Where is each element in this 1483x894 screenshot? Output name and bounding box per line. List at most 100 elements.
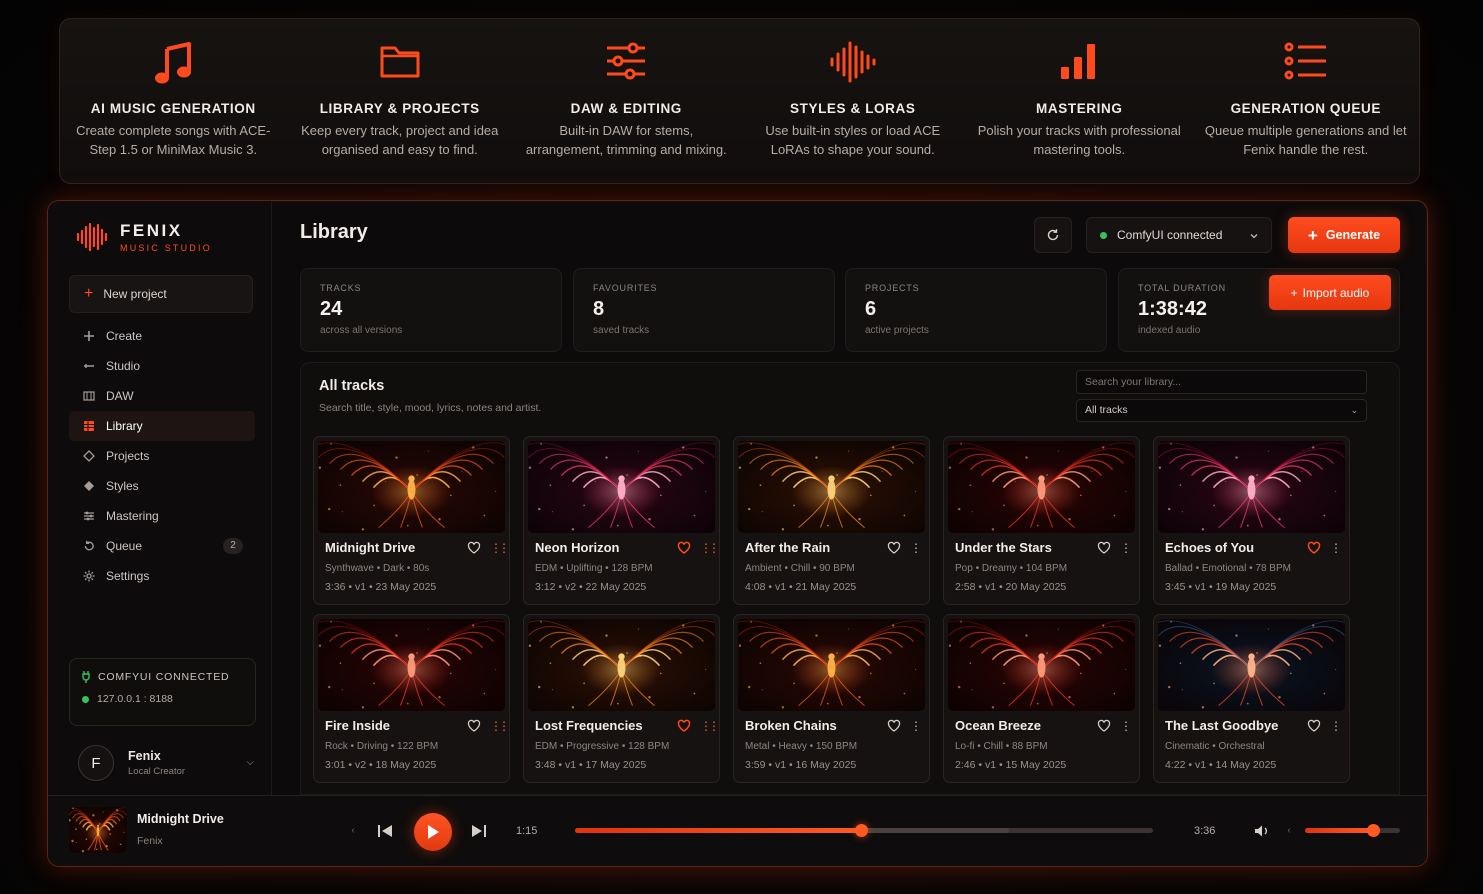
more-options-icon[interactable]: ⋮⋮ <box>490 541 509 555</box>
stat-value: 8 <box>593 298 605 320</box>
sidebar-item-daw[interactable]: DAW <box>69 381 255 411</box>
plus-icon: + <box>84 285 94 302</box>
heart-icon[interactable] <box>1307 719 1321 733</box>
sidebar-item-styles[interactable]: Styles <box>69 471 255 501</box>
sidebar-item-label: Mastering <box>106 509 159 523</box>
sidebar-item-library[interactable]: Library <box>69 411 255 441</box>
sliders-icon <box>521 41 731 101</box>
heart-icon[interactable] <box>887 719 901 733</box>
sidebar-item-studio[interactable]: Studio <box>69 351 255 381</box>
heart-icon[interactable] <box>467 541 481 555</box>
feature-card: DAW & EDITING Built-in DAW for stems, arr… <box>521 41 731 159</box>
heart-filled-icon[interactable] <box>677 541 691 555</box>
mastering-icon <box>82 509 96 523</box>
volume-icon <box>1254 825 1267 837</box>
seek-bar[interactable] <box>575 824 1153 837</box>
waveform-icon <box>748 41 958 101</box>
user-menu[interactable]: F Fenix Local Creator ⌵ <box>78 741 254 785</box>
new-project-label: New project <box>103 287 167 301</box>
more-options-icon[interactable]: ⋮ <box>1330 541 1342 555</box>
more-options-icon[interactable]: ⋮ <box>1120 719 1132 733</box>
more-options-icon[interactable]: ⋮ <box>910 541 922 555</box>
sidebar-item-label: Styles <box>106 479 139 493</box>
track-artwork <box>528 441 715 533</box>
track-title: Broken Chains <box>745 718 837 733</box>
sidebar-item-settings[interactable]: Settings <box>69 561 255 591</box>
play-button[interactable] <box>414 813 452 851</box>
track-card[interactable]: Ocean Breeze ⋮ Lo-fi • Chill • 88 BPM 2:46 … <box>943 614 1140 783</box>
feature-description: Polish your tracks with professional mas… <box>977 123 1181 157</box>
heart-icon[interactable] <box>467 719 481 733</box>
new-project-button[interactable]: + New project <box>69 275 253 313</box>
heart-filled-icon[interactable] <box>677 719 691 733</box>
track-tags: Synthwave • Dark • 80s <box>325 563 430 574</box>
sidebar-item-label: Settings <box>106 569 150 583</box>
more-options-icon[interactable]: ⋮ <box>910 719 922 733</box>
track-filter-select[interactable]: All tracks ⌄ <box>1076 399 1367 422</box>
plus-icon <box>82 329 96 343</box>
import-audio-button[interactable]: + Import audio <box>1269 275 1391 310</box>
heart-icon[interactable] <box>1097 541 1111 555</box>
brand-logo[interactable]: FENIX MUSIC STUDIO <box>76 221 212 253</box>
track-card[interactable]: Fire Inside ⋮⋮ Rock • Driving • 122 BPM 3:0… <box>313 614 510 783</box>
stat-label: TRACKS <box>320 283 362 293</box>
track-card[interactable]: Midnight Drive ⋮⋮ Synthwave • Dark • 80s 3:… <box>313 436 510 605</box>
track-card[interactable]: Under the Stars ⋮ Pop • Dreamy • 104 BPM 2:… <box>943 436 1140 605</box>
waveform-logo-icon <box>76 223 108 251</box>
track-info: 3:48 • v1 • 17 May 2025 <box>535 759 647 771</box>
more-options-icon[interactable]: ⋮⋮ <box>700 541 719 555</box>
comfyui-connection-select[interactable]: ComfyUI connected <box>1086 217 1272 253</box>
track-tags: Ballad • Emotional • 78 BPM <box>1165 563 1291 574</box>
now-playing-artwork <box>69 807 127 853</box>
volume-button[interactable] <box>1253 822 1271 840</box>
stat-subtitle: active projects <box>865 325 929 336</box>
feature-description: Queue multiple generations and let Fenix… <box>1204 123 1407 157</box>
stat-value: 6 <box>865 298 877 320</box>
volume-handle[interactable] <box>1367 824 1381 837</box>
sidebar-item-projects[interactable]: Projects <box>69 441 255 471</box>
track-info: 4:08 • v1 • 21 May 2025 <box>745 581 857 593</box>
track-card[interactable]: After the Rain ⋮ Ambient • Chill • 90 BPM 4… <box>733 436 930 605</box>
connected-dot-icon <box>1100 231 1107 239</box>
volume-slider[interactable] <box>1305 824 1400 837</box>
heart-icon[interactable] <box>887 541 901 555</box>
track-card[interactable]: Neon Horizon ⋮⋮ EDM • Uplifting • 128 BPM 3… <box>523 436 720 605</box>
more-options-icon[interactable]: ⋮⋮ <box>490 719 509 733</box>
styles-icon <box>82 479 96 493</box>
list-icon <box>1201 41 1411 101</box>
heart-icon[interactable] <box>1097 719 1111 733</box>
previous-button[interactable] <box>375 822 395 840</box>
sidebar-item-label: Create <box>106 329 143 343</box>
heart-filled-icon[interactable] <box>1307 541 1321 555</box>
seek-handle[interactable] <box>855 824 869 837</box>
refresh-button[interactable] <box>1034 217 1072 253</box>
track-card[interactable]: Broken Chains ⋮ Metal • Heavy • 150 BPM 3:5… <box>733 614 930 783</box>
track-card[interactable]: Lost Frequencies ⋮⋮ EDM • Progressive • 12… <box>523 614 720 783</box>
track-tags: EDM • Progressive • 128 BPM <box>535 741 670 752</box>
sidebar-item-label: Projects <box>106 449 150 463</box>
track-artwork <box>1158 619 1345 711</box>
track-card[interactable]: The Last Goodbye ⋮ Cinematic • Orchestral 4… <box>1153 614 1350 783</box>
more-options-icon[interactable]: ⋮ <box>1120 541 1132 555</box>
sidebar-item-create[interactable]: Create <box>69 321 255 351</box>
track-artwork <box>318 619 505 711</box>
more-options-icon[interactable]: ⋮⋮ <box>700 719 719 733</box>
connection-select-label: ComfyUI connected <box>1117 228 1223 242</box>
stat-card-favourites: FAVOURITES 8 saved tracks <box>573 268 835 352</box>
next-button[interactable] <box>469 822 489 840</box>
more-options-icon[interactable]: ⋮ <box>1330 719 1342 733</box>
generate-button[interactable]: + Generate <box>1288 217 1400 253</box>
track-card[interactable]: Echoes of You ⋮ Ballad • Emotional • 78 BP… <box>1153 436 1350 605</box>
skip-back-icon <box>378 825 392 837</box>
studio-icon <box>82 359 96 373</box>
library-search-input[interactable] <box>1076 370 1367 394</box>
track-title: Ocean Breeze <box>955 718 1041 733</box>
chevron-down-icon <box>1250 234 1258 239</box>
feature-description: Use built-in styles or load ACE LoRAs to… <box>765 123 941 157</box>
volume-level <box>1305 828 1374 833</box>
sidebar-item-queue[interactable]: Queue 2 <box>69 531 255 561</box>
now-playing-artist: Fenix <box>137 835 163 847</box>
sidebar-item-mastering[interactable]: Mastering <box>69 501 255 531</box>
shuffle-button[interactable]: ‹ <box>347 823 359 837</box>
page-title: Library <box>300 221 368 243</box>
